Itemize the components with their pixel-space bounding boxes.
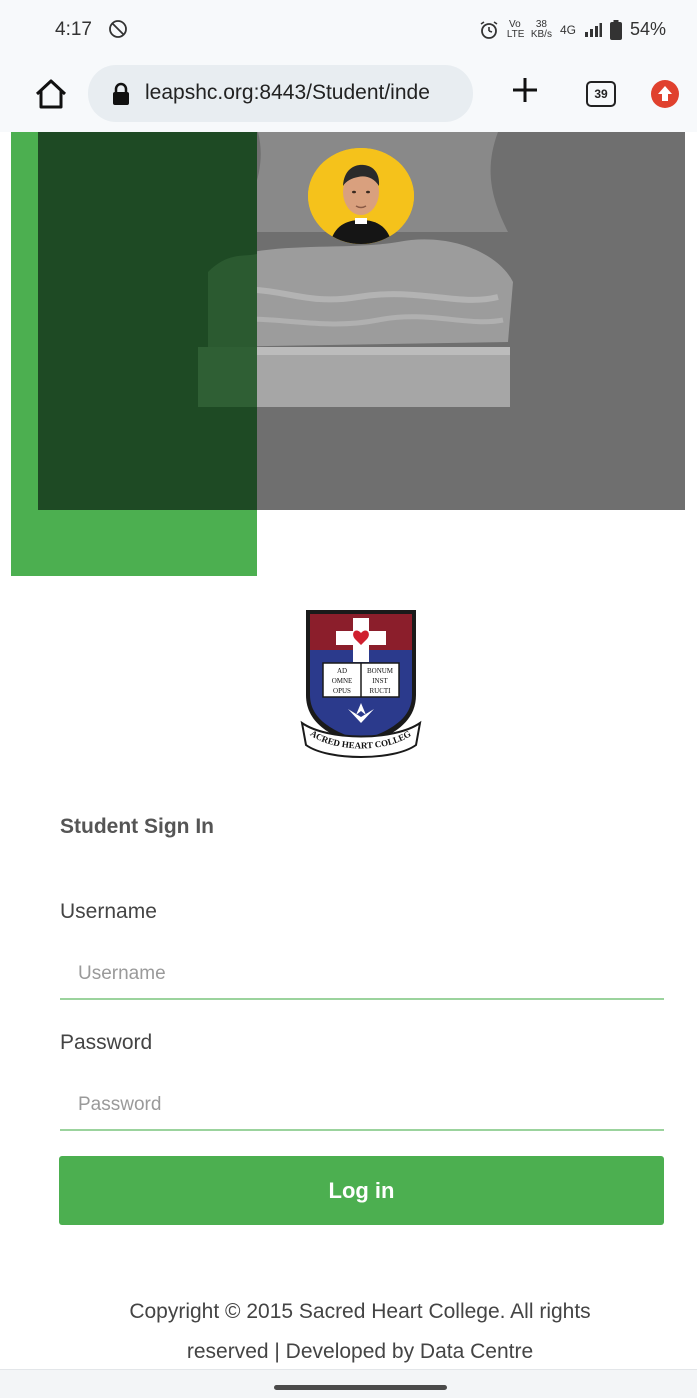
lock-icon	[113, 82, 129, 105]
update-button[interactable]	[651, 80, 679, 108]
footer-line-2: reserved | Developed by Data Centre	[186, 1340, 534, 1363]
portrait-image	[308, 148, 414, 244]
username-label: Username	[60, 900, 157, 923]
do-not-disturb-icon	[109, 20, 127, 38]
saint-avatar	[308, 148, 414, 244]
new-tab-icon[interactable]	[509, 74, 541, 106]
gesture-navigation-bar	[0, 1369, 697, 1398]
network-speed: 38 KB/s	[530, 19, 552, 40]
college-crest-logo: AD OMNE OPUS BONUM INST RUCTI SACRED HEA…	[298, 605, 422, 758]
volte-indicator: Vo LTE	[506, 18, 525, 40]
motto-right-2: INST	[372, 677, 388, 685]
login-button[interactable]: Log in	[59, 1156, 664, 1225]
status-time: 4:17	[55, 19, 92, 40]
motto-left-2: OMNE	[332, 677, 353, 685]
password-input[interactable]	[60, 1081, 664, 1131]
alarm-icon	[480, 20, 498, 39]
username-input[interactable]	[60, 950, 664, 1000]
home-icon[interactable]	[33, 76, 69, 112]
battery-icon	[609, 19, 622, 40]
network-speed-unit: KB/s	[530, 28, 552, 40]
status-indicators: Vo LTE 38 KB/s 4G 54%	[479, 19, 666, 40]
address-bar[interactable]: leapshc.org:8443/Student/inde	[88, 65, 473, 122]
arrow-up-icon	[658, 86, 672, 101]
battery-percent: 54%	[629, 19, 666, 39]
footer-line-1: Copyright © 2015 Sacred Heart College. A…	[129, 1300, 591, 1323]
home-gesture-handle[interactable]	[274, 1385, 447, 1390]
motto-right-1: BONUM	[367, 667, 394, 675]
motto-left-3: OPUS	[333, 687, 351, 695]
url-text: leapshc.org:8443/Student/inde	[145, 81, 430, 104]
browser-toolbar: leapshc.org:8443/Student/inde 39	[0, 60, 697, 132]
status-bar: 4:17 Vo LTE 38 KB/s 4G 54%	[0, 0, 697, 60]
copyright-footer: Copyright © 2015 Sacred Heart College. A…	[40, 1292, 680, 1372]
tab-switcher-button[interactable]: 39	[586, 81, 616, 107]
sign-in-title: Student Sign In	[60, 815, 214, 838]
password-label: Password	[60, 1031, 153, 1054]
motto-right-3: RUCTI	[370, 687, 392, 695]
motto-left-1: AD	[337, 667, 347, 675]
network-type: 4G	[559, 22, 576, 37]
signal-icon	[584, 22, 602, 37]
